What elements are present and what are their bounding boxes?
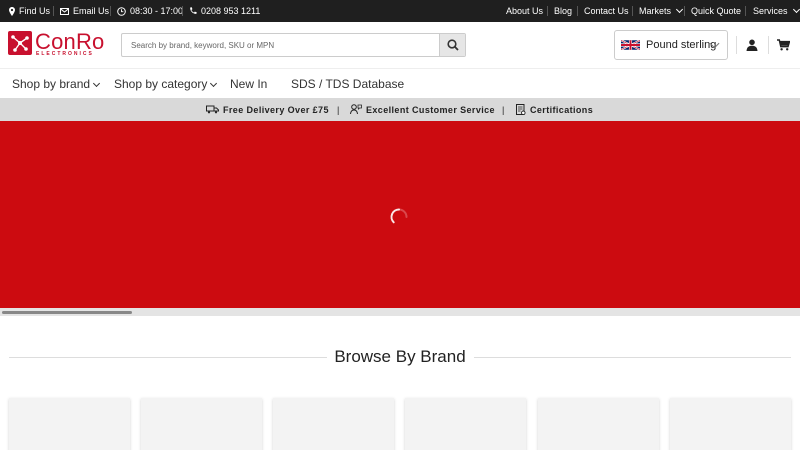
search-icon [446, 39, 459, 51]
about-us-link[interactable]: About Us [506, 0, 543, 22]
services-label: Services [753, 6, 788, 16]
phone-link[interactable]: 0208 953 1211 [189, 0, 260, 22]
quick-quote-link[interactable]: Quick Quote [691, 0, 741, 22]
scrollbar-thumb[interactable] [2, 311, 132, 314]
account-button[interactable] [746, 38, 758, 56]
find-us-link[interactable]: Find Us [9, 0, 50, 22]
markets-label: Markets [639, 6, 672, 16]
conro-logo[interactable]: ConRo ELECTRONICS [8, 29, 104, 59]
email-us-label: Email Us [73, 6, 110, 16]
free-delivery-label: Free Delivery Over £75 [223, 104, 329, 115]
site-header: ConRo ELECTRONICS Pound sterling [0, 22, 800, 68]
map-pin-icon [9, 6, 15, 16]
certificate-icon [516, 103, 526, 115]
contact-us-label: Contact Us [584, 6, 629, 16]
find-us-label: Find Us [19, 6, 51, 16]
strip-separator: | [502, 104, 505, 115]
quick-quote-label: Quick Quote [691, 6, 742, 16]
nav-sds-database[interactable]: SDS / TDS Database [291, 69, 404, 99]
envelope-icon [60, 7, 69, 15]
currency-label: Pound sterling [646, 39, 717, 51]
nav-shop-by-brand-label: Shop by brand [12, 77, 91, 91]
opening-hours: 08:30 - 17:00 [117, 0, 183, 22]
nav-shop-by-category-label: Shop by category [114, 77, 208, 91]
strip-separator: | [337, 104, 340, 115]
usp-strip: Free Delivery Over £75 | Excellent Custo… [0, 98, 800, 121]
cart-icon [777, 39, 791, 51]
phone-icon [190, 7, 197, 14]
search-input[interactable] [122, 34, 440, 56]
search-button[interactable] [439, 34, 465, 56]
user-icon [746, 39, 758, 51]
hours-label: 08:30 - 17:00 [130, 6, 184, 16]
chevron-down-icon [93, 79, 101, 87]
main-nav: Shop by brand Shop by category New In SD… [0, 68, 800, 98]
about-us-label: About Us [506, 6, 544, 16]
phone-label: 0208 953 1211 [201, 6, 261, 16]
loading-spinner-icon [390, 208, 408, 224]
contact-us-link[interactable]: Contact Us [584, 0, 629, 22]
brand-card[interactable] [670, 398, 791, 450]
certifications-link[interactable]: Certifications [516, 98, 593, 121]
email-us-link[interactable]: Email Us [60, 0, 109, 22]
clock-icon [117, 6, 126, 16]
divider-right [474, 357, 791, 358]
brand-card[interactable] [9, 398, 130, 450]
free-delivery-link[interactable]: Free Delivery Over £75 [206, 98, 329, 121]
nav-shop-by-brand[interactable]: Shop by brand [12, 69, 101, 99]
chevron-down-icon [792, 5, 800, 14]
logo-subtitle: ELECTRONICS [36, 51, 94, 57]
services-menu[interactable]: Services [753, 0, 800, 22]
currency-selector[interactable]: Pound sterling [614, 30, 728, 60]
uk-flag-icon [621, 39, 640, 51]
top-bar: Find Us Email Us 08:30 - 17:00 0208 953 … [0, 0, 800, 22]
chevron-down-icon [210, 79, 218, 87]
nav-shop-by-category[interactable]: Shop by category [114, 69, 218, 99]
markets-menu[interactable]: Markets [639, 0, 684, 22]
cart-button[interactable] [777, 38, 791, 56]
brand-card[interactable] [538, 398, 659, 450]
brand-card[interactable] [141, 398, 262, 450]
hero-scrollbar[interactable] [0, 308, 800, 316]
blog-label: Blog [554, 6, 573, 16]
customer-service-link[interactable]: Excellent Customer Service [350, 98, 495, 121]
hero-banner[interactable] [0, 121, 800, 308]
nav-new-in[interactable]: New In [230, 69, 267, 99]
blog-link[interactable]: Blog [554, 0, 572, 22]
search-box [121, 33, 466, 57]
customer-service-icon [350, 104, 362, 115]
certifications-label: Certifications [530, 104, 594, 115]
brand-card[interactable] [405, 398, 526, 450]
delivery-truck-icon [206, 105, 219, 114]
brand-card[interactable] [273, 398, 394, 450]
nav-sds-label: SDS / TDS Database [291, 77, 405, 91]
customer-service-label: Excellent Customer Service [366, 104, 495, 115]
nav-new-in-label: New In [230, 77, 268, 91]
logo-mark-icon [8, 31, 32, 55]
chevron-down-icon [675, 5, 684, 14]
